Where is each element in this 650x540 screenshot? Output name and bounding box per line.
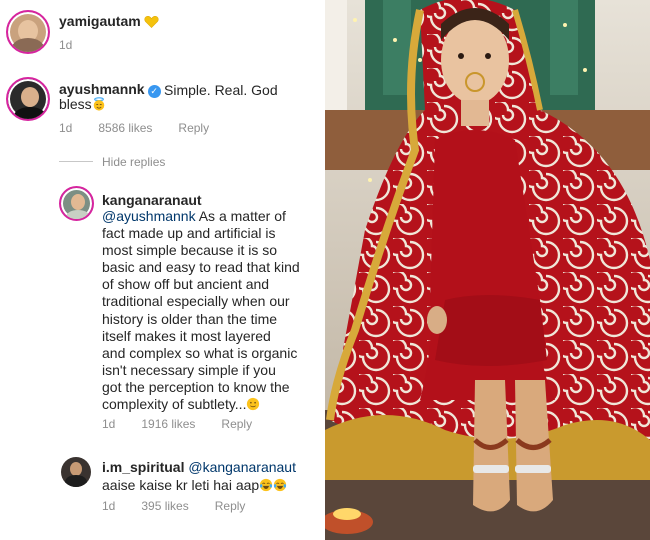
- username-im-spiritual[interactable]: i.m_spiritual: [102, 459, 184, 475]
- username-yamigautam[interactable]: yamigautam: [59, 13, 141, 29]
- comment-text-line: got the perception to know the: [102, 378, 290, 395]
- comment-text-line: Simple. Real. God: [164, 82, 278, 98]
- comment-text-line: complexity of subtlety...: [102, 396, 247, 413]
- comment-time: 1d: [102, 417, 116, 431]
- comment-text-line: As a matter of: [198, 208, 286, 224]
- comment-text-line: fact made up and artificial is: [102, 225, 276, 242]
- comment-text-line: history is older than the time: [102, 310, 278, 327]
- comment-im-spiritual: i.m_spiritual @kanganaranaut aaise kaise…: [102, 458, 317, 494]
- reply-button[interactable]: Reply: [215, 499, 246, 513]
- avatar-kanganaranaut[interactable]: [59, 186, 94, 221]
- like-count[interactable]: 1916 likes: [141, 417, 195, 431]
- replies-divider: [59, 161, 93, 162]
- mention-link[interactable]: @kanganaranaut: [188, 459, 296, 475]
- comment-meta-im-spiritual: 1d 395 likes Reply: [102, 499, 271, 513]
- hide-replies-button[interactable]: Hide replies: [102, 155, 165, 169]
- comment-text-ayushmannk: Simple. Real. God: [164, 81, 314, 100]
- comment-text-line: basic and easy to read that kind: [102, 259, 300, 276]
- comment-time: 1d: [102, 499, 116, 513]
- slightly-smiling-face-icon: [246, 397, 260, 411]
- comment-text-line: traditional especially when our: [102, 293, 290, 310]
- mention-link[interactable]: @ayushmannk: [102, 208, 196, 224]
- comment-text-line: and complex so what is organic: [102, 344, 298, 361]
- comment-text-line: bless: [59, 96, 92, 112]
- comment-meta-kanganaranaut: 1d 1916 likes Reply: [102, 417, 278, 431]
- comment-time: 1d: [59, 121, 73, 135]
- bride-photo-illustration: [325, 0, 650, 540]
- verified-badge-icon: ✓: [147, 85, 161, 98]
- comment-text-line: aaise kaise kr leti hai aap: [102, 477, 260, 493]
- avatar-im-spiritual[interactable]: [61, 457, 91, 487]
- face-with-tears-of-joy-icon: [273, 478, 287, 492]
- avatar-ayushmannk[interactable]: [6, 77, 50, 121]
- face-with-tears-of-joy-icon: [259, 478, 273, 492]
- comment-thread: yamigautam 1d ayushmannk ✓ Simple. Real. …: [0, 0, 325, 540]
- comment-time: 1d: [59, 38, 73, 52]
- reply-button[interactable]: Reply: [221, 417, 252, 431]
- reply-button[interactable]: Reply: [178, 121, 209, 135]
- comment-text-ayushmannk-line2: bless: [59, 95, 106, 114]
- comment-text-line: isn't necessary simple if you: [102, 361, 276, 378]
- comment-text-kanganaranaut: @ayushmannk As a matter of fact made up …: [102, 208, 317, 413]
- like-count[interactable]: 8586 likes: [98, 121, 152, 135]
- comment-text-line: of show off but ancient and: [102, 276, 270, 293]
- smiling-face-with-halo-icon: [92, 97, 106, 111]
- comment-text-line: most simple because it is so: [102, 242, 278, 259]
- comment-text-line: itself makes it most layered: [102, 327, 271, 344]
- yellow-heart-icon: [144, 14, 159, 29]
- username-kanganaranaut[interactable]: kanganaranaut: [102, 192, 202, 208]
- avatar-yamigautam[interactable]: [6, 10, 50, 54]
- like-count[interactable]: 395 likes: [141, 499, 188, 513]
- comment-meta-ayushmannk: 1d 8586 likes Reply: [59, 121, 235, 135]
- post-photo: [325, 0, 650, 540]
